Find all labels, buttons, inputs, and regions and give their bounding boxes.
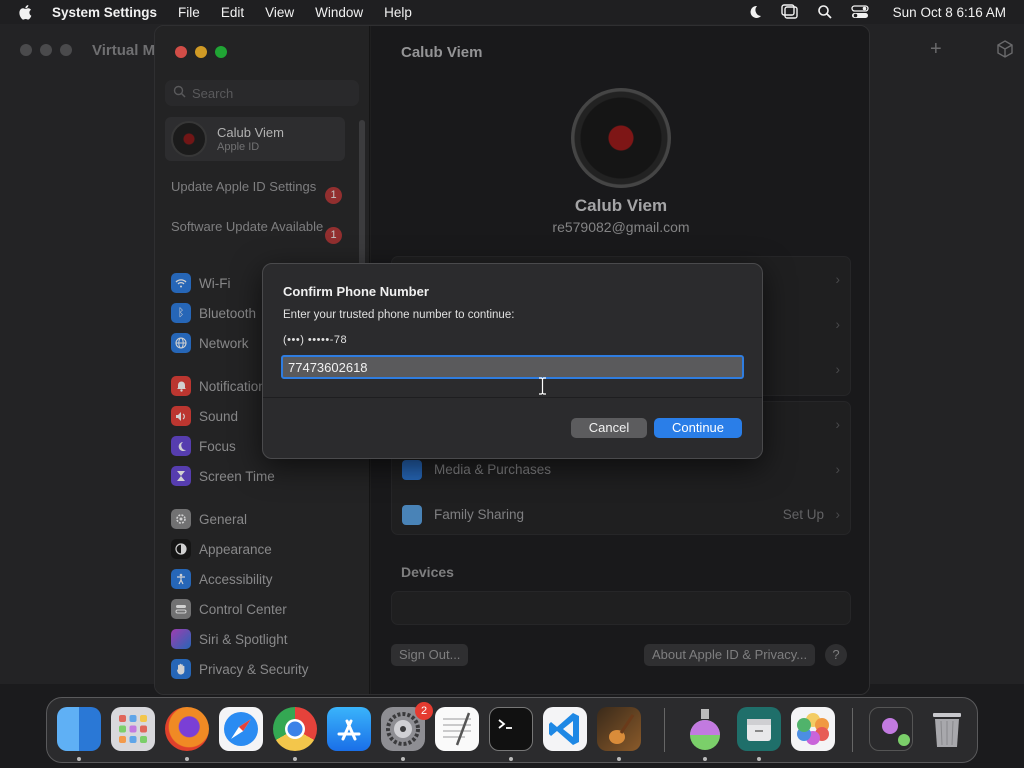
running-indicator (703, 757, 707, 761)
apple-menu-icon[interactable] (18, 4, 34, 20)
running-indicator (509, 757, 513, 761)
search-icon[interactable] (817, 4, 833, 20)
dock-separator (852, 708, 853, 752)
firefox-icon[interactable] (165, 707, 209, 751)
terminal-icon[interactable] (489, 707, 533, 751)
vscode-icon[interactable] (543, 707, 587, 751)
text-cursor-icon (538, 377, 547, 398)
dialog-title: Confirm Phone Number (283, 284, 429, 299)
menu-app-name[interactable]: System Settings (52, 5, 157, 20)
photos-icon[interactable] (791, 707, 835, 751)
archive-icon[interactable] (737, 707, 781, 751)
safari-icon[interactable] (219, 707, 263, 751)
minimize-icon[interactable] (40, 44, 52, 56)
dock: 2 (46, 697, 978, 763)
background-window-lights (20, 44, 80, 56)
menubar-clock[interactable]: Sun Oct 8 6:16 AM (893, 5, 1006, 20)
cube-icon[interactable] (996, 40, 1014, 61)
phone-number-input[interactable] (281, 355, 744, 379)
stage-manager-icon[interactable] (780, 4, 799, 20)
menu-view[interactable]: View (265, 5, 294, 20)
close-icon[interactable] (20, 44, 32, 56)
garageband-icon[interactable] (597, 707, 641, 751)
finder-icon[interactable] (57, 707, 101, 751)
trash-icon[interactable] (925, 707, 969, 751)
menu-help[interactable]: Help (384, 5, 412, 20)
running-indicator (77, 757, 81, 761)
menu-window[interactable]: Window (315, 5, 363, 20)
running-indicator (757, 757, 761, 761)
menu-bar: System Settings File Edit View Window He… (0, 0, 1024, 24)
moon-icon[interactable] (747, 4, 763, 20)
confirm-phone-dialog: Confirm Phone Number Enter your trusted … (262, 263, 763, 459)
control-center-icon[interactable] (851, 4, 869, 20)
running-indicator (293, 757, 297, 761)
dock-separator (664, 708, 665, 752)
chrome-icon[interactable] (273, 707, 317, 751)
app-store-icon[interactable] (327, 707, 371, 751)
settings-badge: 2 (415, 702, 433, 720)
dialog-message: Enter your trusted phone number to conti… (283, 309, 515, 321)
running-indicator (617, 757, 621, 761)
running-indicator (401, 757, 405, 761)
continue-button[interactable]: Continue (654, 418, 742, 438)
menu-edit[interactable]: Edit (221, 5, 244, 20)
downloads-stack-icon[interactable] (869, 707, 913, 751)
textedit-icon[interactable] (435, 707, 479, 751)
zoom-icon[interactable] (60, 44, 72, 56)
launchpad-icon[interactable] (111, 707, 155, 751)
simulator-icon[interactable] (683, 707, 727, 751)
cancel-button[interactable]: Cancel (571, 418, 647, 438)
running-indicator (185, 757, 189, 761)
add-icon[interactable]: + (930, 38, 942, 61)
masked-phone-number: (•••) •••••-78 (283, 334, 348, 346)
menu-file[interactable]: File (178, 5, 200, 20)
background-window-title: Virtual M (92, 42, 156, 59)
dialog-divider (263, 397, 762, 398)
